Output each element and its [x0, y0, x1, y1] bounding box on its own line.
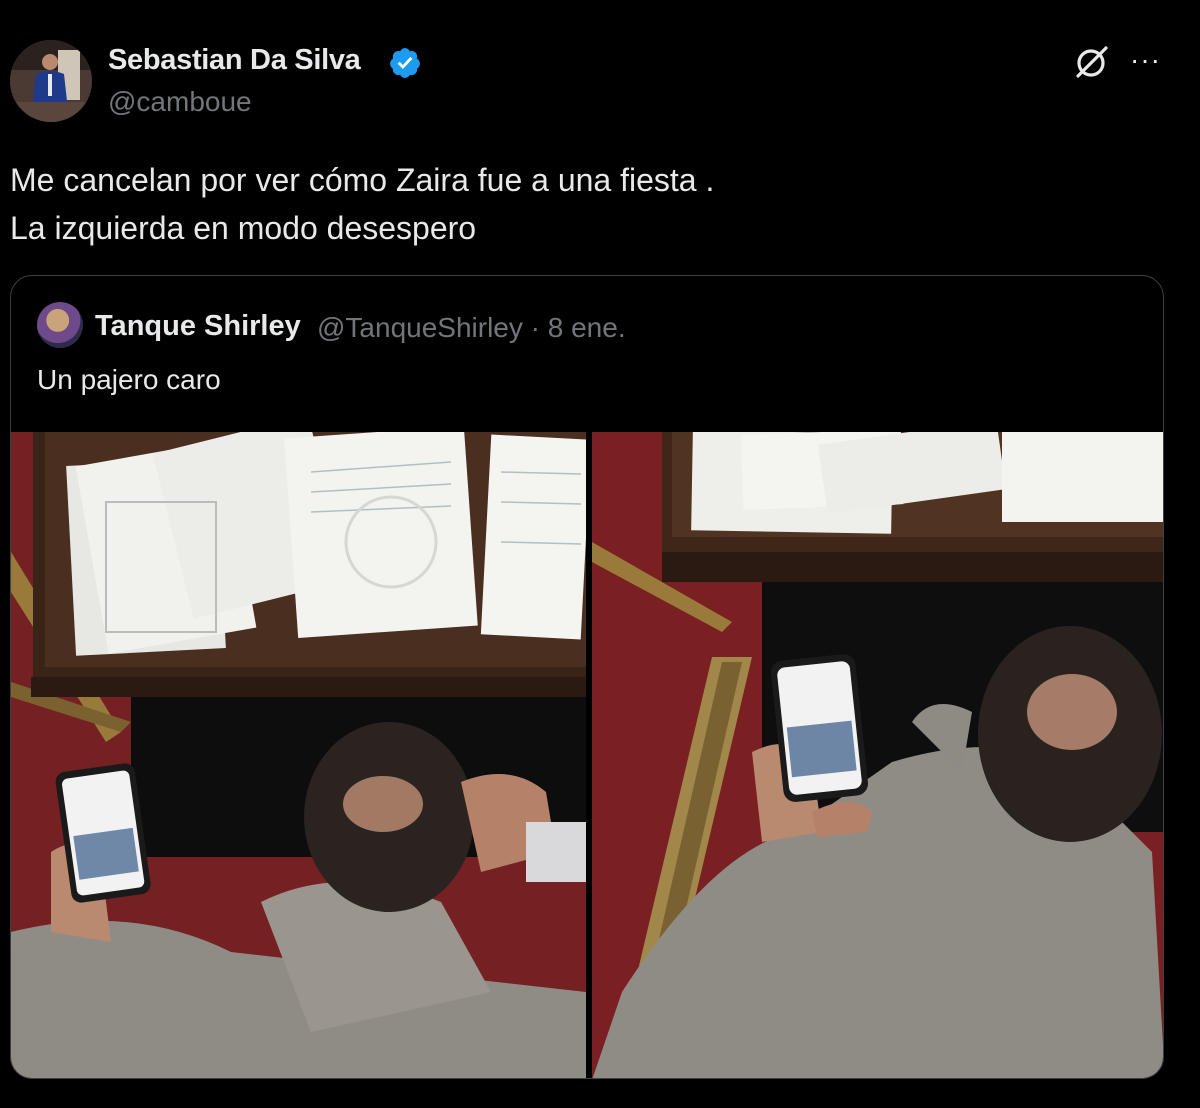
tweet-text: Me cancelan por ver cómo Zaira fue a una…	[10, 156, 714, 252]
quoted-photo-left[interactable]	[11, 432, 586, 1078]
quoted-tweet-card[interactable]: Tanque Shirley @TanqueShirley · 8 ene. U…	[10, 275, 1164, 1079]
quoted-author-meta: @TanqueShirley · 8 ene.	[317, 312, 626, 343]
tweet-text-line: La izquierda en modo desespero	[10, 210, 477, 246]
quoted-tweet-text: Un pajero caro	[37, 364, 221, 395]
more-options-icon[interactable]: ···	[1130, 46, 1161, 74]
quoted-author-avatar[interactable]	[37, 302, 83, 348]
quoted-author-name[interactable]: Tanque Shirley	[95, 310, 301, 343]
photo-right-image	[592, 432, 1163, 1078]
author-name[interactable]: Sebastian Da Silva	[108, 44, 361, 77]
tweet-text-line: Me cancelan por ver cómo Zaira fue a una…	[10, 162, 715, 198]
author-avatar[interactable]	[10, 40, 92, 122]
quoted-photo-right[interactable]	[592, 432, 1163, 1078]
author-handle[interactable]: @camboue	[108, 86, 252, 118]
author-avatar-image	[10, 40, 92, 122]
grok-icon[interactable]	[1074, 44, 1110, 80]
verified-badge-icon	[390, 48, 420, 78]
photo-left-image	[11, 432, 586, 1078]
